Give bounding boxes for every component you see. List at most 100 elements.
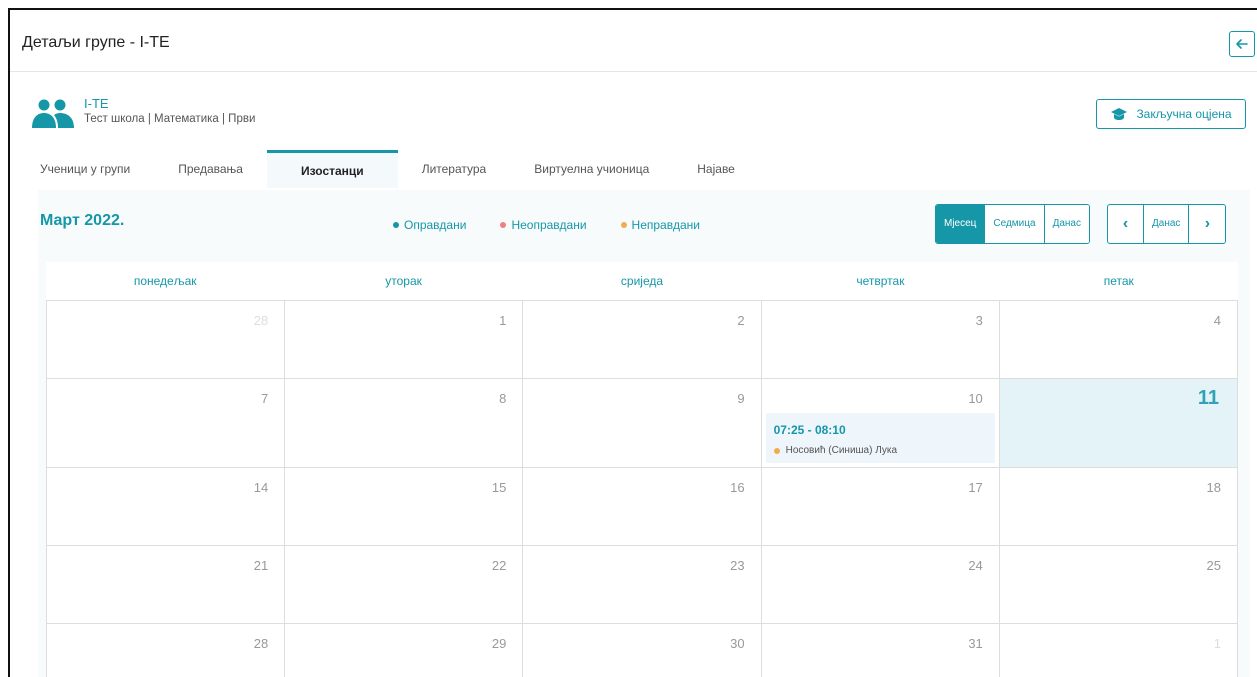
day-cell-today[interactable]: 11 xyxy=(999,379,1238,468)
day-cell[interactable]: 21 xyxy=(47,546,286,624)
tab-lectures[interactable]: Предавања xyxy=(154,150,267,188)
day-cell[interactable]: 8 xyxy=(285,379,524,468)
day-cell[interactable]: 29 xyxy=(285,624,524,677)
weekday-label: уторак xyxy=(385,274,422,288)
day-number: 4 xyxy=(1213,313,1221,328)
legend-dot xyxy=(620,222,627,228)
back-button[interactable] xyxy=(1229,31,1255,57)
tab-literature[interactable]: Литература xyxy=(398,150,511,188)
day-number: 8 xyxy=(499,391,507,406)
day-number: 10 xyxy=(968,391,983,406)
day-cell[interactable]: 16 xyxy=(523,468,762,546)
day-number: 24 xyxy=(968,558,983,573)
event-student: Носовић (Синиша) Лука xyxy=(773,445,898,456)
day-cell[interactable]: 28 xyxy=(47,624,286,677)
calendar-panel: Март 2022. Оправдани Неоправдани Неправд… xyxy=(38,190,1250,677)
day-number: 15 xyxy=(491,480,507,495)
tab-bar: Ученици у групи Предавања Изостанци Лите… xyxy=(22,150,759,188)
view-week-button[interactable]: Седмица xyxy=(985,205,1045,243)
legend-unjustified: Неоправдани xyxy=(500,218,587,232)
day-number: 3 xyxy=(975,313,983,328)
page-header: Детаљи групе - I-TE xyxy=(10,10,1257,72)
day-number: 2 xyxy=(737,313,745,328)
day-number: 18 xyxy=(1206,480,1221,495)
day-cell[interactable]: 15 xyxy=(285,468,524,546)
prev-month-button[interactable]: ‹ xyxy=(1108,205,1144,243)
legend-dot xyxy=(500,222,507,228)
day-number: 1 xyxy=(499,313,507,328)
users-icon xyxy=(32,99,74,128)
group-name: I-TE xyxy=(84,96,109,111)
legend-label: Оправдани xyxy=(404,218,467,232)
day-number: 22 xyxy=(491,558,507,573)
day-cell[interactable]: 31 xyxy=(762,624,1000,677)
day-number: 21 xyxy=(253,558,269,573)
day-cell[interactable]: 18 xyxy=(999,468,1238,546)
day-number: 28 xyxy=(253,636,269,651)
day-number: 23 xyxy=(730,558,745,573)
weekday-label: сриједа xyxy=(620,274,664,288)
final-grade-label: Закључна оцјена xyxy=(1136,107,1232,121)
status-dot xyxy=(773,447,780,454)
day-cell[interactable]: 7 xyxy=(47,379,286,468)
nav-today-button[interactable]: Данас xyxy=(1144,205,1190,243)
day-cell[interactable]: 28 xyxy=(47,301,286,379)
arrow-left-icon xyxy=(1236,39,1248,49)
legend-justified: Оправдани xyxy=(393,218,466,232)
calendar-nav: ‹ Данас › xyxy=(1107,204,1227,244)
day-cell[interactable]: 17 xyxy=(761,468,1000,546)
day-cell[interactable]: 25 xyxy=(999,546,1238,624)
view-month-button[interactable]: Мјесец xyxy=(936,205,986,243)
weekday-label: четвртак xyxy=(856,274,905,288)
weekday-header: понедељак уторак сриједа четвртак петак xyxy=(46,262,1238,300)
day-number: 14 xyxy=(253,480,269,495)
day-number: 25 xyxy=(1206,558,1221,573)
day-cell[interactable]: 4 xyxy=(999,301,1238,379)
day-cell[interactable]: 9 xyxy=(523,379,762,468)
absence-event[interactable]: 07:25 - 08:10 Носовић (Синиша) Лука xyxy=(765,413,995,463)
day-cell[interactable]: 2 xyxy=(523,301,762,379)
day-number: 9 xyxy=(737,391,745,406)
legend-label: Неправдани xyxy=(631,218,700,232)
app-frame: Детаљи групе - I-TE I-TE Тест школа | Ма… xyxy=(8,8,1257,677)
tab-announcements[interactable]: Најаве xyxy=(673,150,759,188)
day-cell[interactable]: 3 xyxy=(761,301,1000,379)
day-number: 30 xyxy=(730,636,745,651)
weekday-label: понедељак xyxy=(133,274,197,288)
event-time: 07:25 - 08:10 xyxy=(773,423,846,437)
day-number: 29 xyxy=(491,636,507,651)
day-cell[interactable]: 22 xyxy=(285,546,524,624)
page-title: Детаљи групе - I-TE xyxy=(22,34,170,51)
view-switcher: Мјесец Седмица Данас xyxy=(935,204,1090,244)
day-cell[interactable]: 24 xyxy=(761,546,1000,624)
group-subtitle: Тест школа | Математика | Први xyxy=(84,113,256,125)
calendar-title: Март 2022. xyxy=(40,212,125,229)
final-grade-button[interactable]: Закључна оцјена xyxy=(1096,99,1246,129)
legend-dot xyxy=(393,222,399,228)
view-today-button[interactable]: Данас xyxy=(1044,205,1089,243)
tab-absences[interactable]: Изостанци xyxy=(266,150,398,188)
tab-virtual-classroom[interactable]: Виртуелна учионица xyxy=(510,150,673,188)
calendar-grid: 28 1 2 3 4 7 8 9 10 07:25 - 08:10 Носови… xyxy=(46,300,1238,677)
day-number: 28 xyxy=(253,313,269,328)
day-cell[interactable]: 1 xyxy=(1000,624,1238,677)
day-cell[interactable]: 1 xyxy=(285,301,524,379)
day-number: 16 xyxy=(730,480,745,495)
legend: Оправдани Неоправдани Неправдани xyxy=(393,218,700,232)
weekday-label: петак xyxy=(1103,274,1134,288)
legend-label: Неоправдани xyxy=(511,218,587,232)
day-cell[interactable]: 10 07:25 - 08:10 Носовић (Синиша) Лука xyxy=(761,379,1000,468)
next-month-button[interactable]: › xyxy=(1189,205,1225,243)
day-number: 1 xyxy=(1213,636,1221,651)
student-name: Носовић (Синиша) Лука xyxy=(785,445,898,456)
tab-students[interactable]: Ученици у групи xyxy=(22,150,154,188)
legend-unexcused: Неправдани xyxy=(620,218,700,232)
day-number: 31 xyxy=(968,636,983,651)
day-number: 11 xyxy=(1197,387,1219,409)
day-cell[interactable]: 14 xyxy=(47,468,286,546)
graduation-cap-icon xyxy=(1111,108,1128,120)
day-number: 7 xyxy=(260,391,269,406)
day-cell[interactable]: 23 xyxy=(523,546,762,624)
day-cell[interactable]: 30 xyxy=(523,624,762,677)
day-number: 17 xyxy=(968,480,983,495)
